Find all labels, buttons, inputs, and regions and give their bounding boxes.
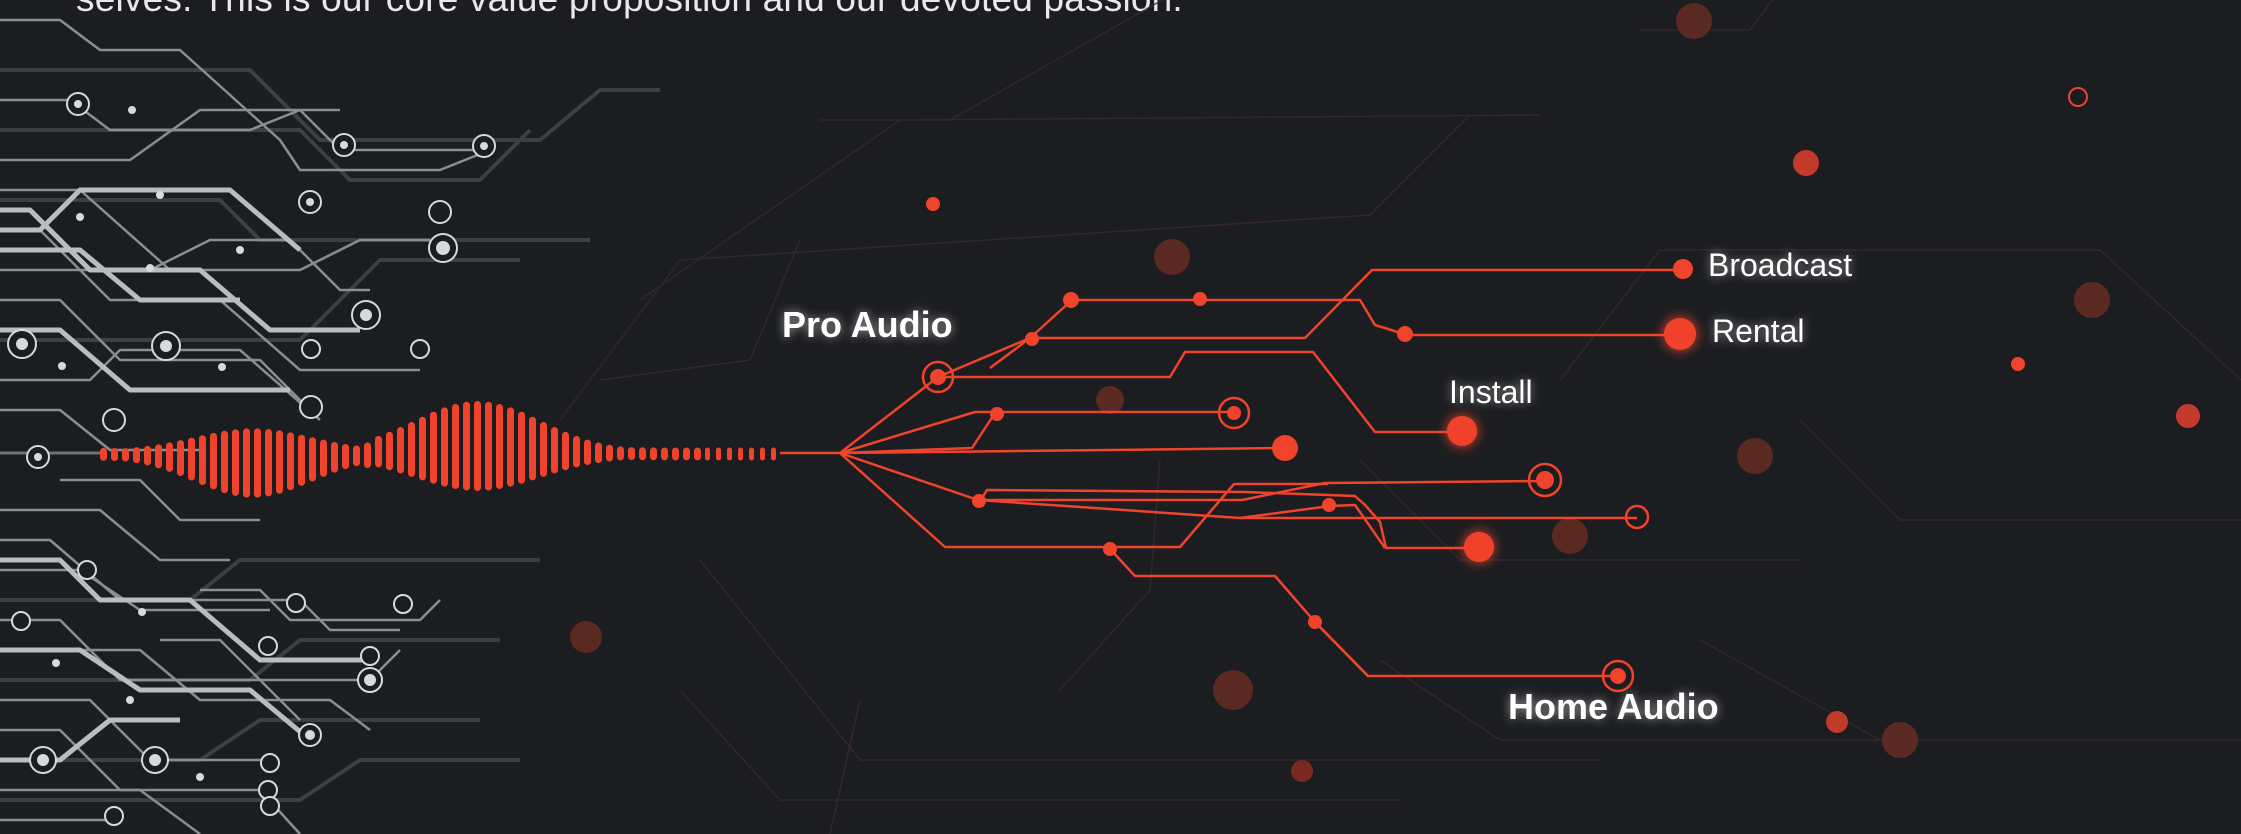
waveform-bar xyxy=(111,448,118,461)
waveform-bar xyxy=(254,428,261,498)
waveform-bar xyxy=(749,447,754,461)
waveform-bar xyxy=(408,421,415,477)
waveform-bar xyxy=(573,436,580,468)
waveform-bar xyxy=(177,440,184,477)
waveform-bar xyxy=(210,432,217,490)
waveform-bar xyxy=(375,436,382,468)
waveform-bar xyxy=(705,447,710,461)
accent-dots xyxy=(926,87,2200,782)
waveform-bar xyxy=(628,447,635,461)
sound-waveform xyxy=(100,401,776,498)
waveform-bar xyxy=(100,447,107,461)
waveform-bar xyxy=(430,411,437,484)
circuit-nodes xyxy=(972,292,1413,629)
waveform-bar xyxy=(122,448,129,462)
waveform-bar xyxy=(562,431,569,471)
broadcast-label: Broadcast xyxy=(1708,247,1853,283)
waveform-bar xyxy=(551,427,558,474)
waveform-bar xyxy=(683,447,690,461)
waveform-bar xyxy=(276,430,283,494)
rental-label: Rental xyxy=(1712,313,1805,349)
waveform-bar xyxy=(386,431,393,471)
waveform-bar xyxy=(397,427,404,474)
waveform-bar xyxy=(309,437,316,482)
pro-audio-label: Pro Audio xyxy=(782,304,953,345)
waveform-bar xyxy=(716,447,721,461)
audio-segments-diagram xyxy=(0,0,2241,834)
waveform-bar xyxy=(144,445,151,466)
waveform-bar xyxy=(155,444,162,469)
waveform-bar xyxy=(188,437,195,481)
waveform-bar xyxy=(529,416,536,481)
waveform-bar xyxy=(540,421,547,477)
waveform-bar xyxy=(661,447,668,461)
waveform-bar xyxy=(298,434,305,486)
waveform-bar xyxy=(518,411,525,484)
home-audio-label: Home Audio xyxy=(1508,686,1719,727)
rental-node xyxy=(1664,318,1696,350)
waveform-bar xyxy=(584,439,591,466)
waveform-bar xyxy=(474,401,481,491)
waveform-bar xyxy=(221,430,228,494)
waveform-bar xyxy=(320,439,327,477)
waveform-bar xyxy=(331,441,338,473)
waveform-bar xyxy=(452,403,459,490)
waveform-bar xyxy=(507,407,514,487)
waveform-bar xyxy=(441,407,448,487)
install-node xyxy=(1447,416,1477,446)
waveform-bar xyxy=(265,429,272,497)
circuit-board-graphic xyxy=(0,18,660,834)
waveform-bar xyxy=(353,445,360,467)
waveform-bar xyxy=(485,401,492,491)
waveform-bar xyxy=(232,429,239,496)
waveform-bar xyxy=(342,443,349,470)
waveform-bar xyxy=(650,447,657,461)
waveform-bar xyxy=(364,442,371,468)
waveform-bar xyxy=(166,442,173,472)
waveform-bar xyxy=(738,447,743,461)
waveform-bar xyxy=(639,447,646,461)
waveform-bar xyxy=(287,432,294,491)
waveform-bar xyxy=(496,403,503,490)
waveform-bar xyxy=(606,444,613,462)
waveform-bar xyxy=(672,447,679,461)
waveform-bar xyxy=(760,447,765,461)
waveform-bar xyxy=(771,447,776,461)
waveform-bar xyxy=(419,416,426,481)
waveform-bar xyxy=(694,447,701,461)
install-label: Install xyxy=(1449,374,1533,410)
waveform-bar xyxy=(463,401,470,491)
broadcast-node xyxy=(1673,259,1693,279)
waveform-bar xyxy=(727,447,732,461)
background-circuit xyxy=(559,0,2241,834)
waveform-bar xyxy=(199,435,206,486)
waveform-bar xyxy=(617,446,624,461)
waveform-bar xyxy=(595,442,602,464)
waveform-bar xyxy=(243,428,250,498)
waveform-bar xyxy=(133,447,140,464)
